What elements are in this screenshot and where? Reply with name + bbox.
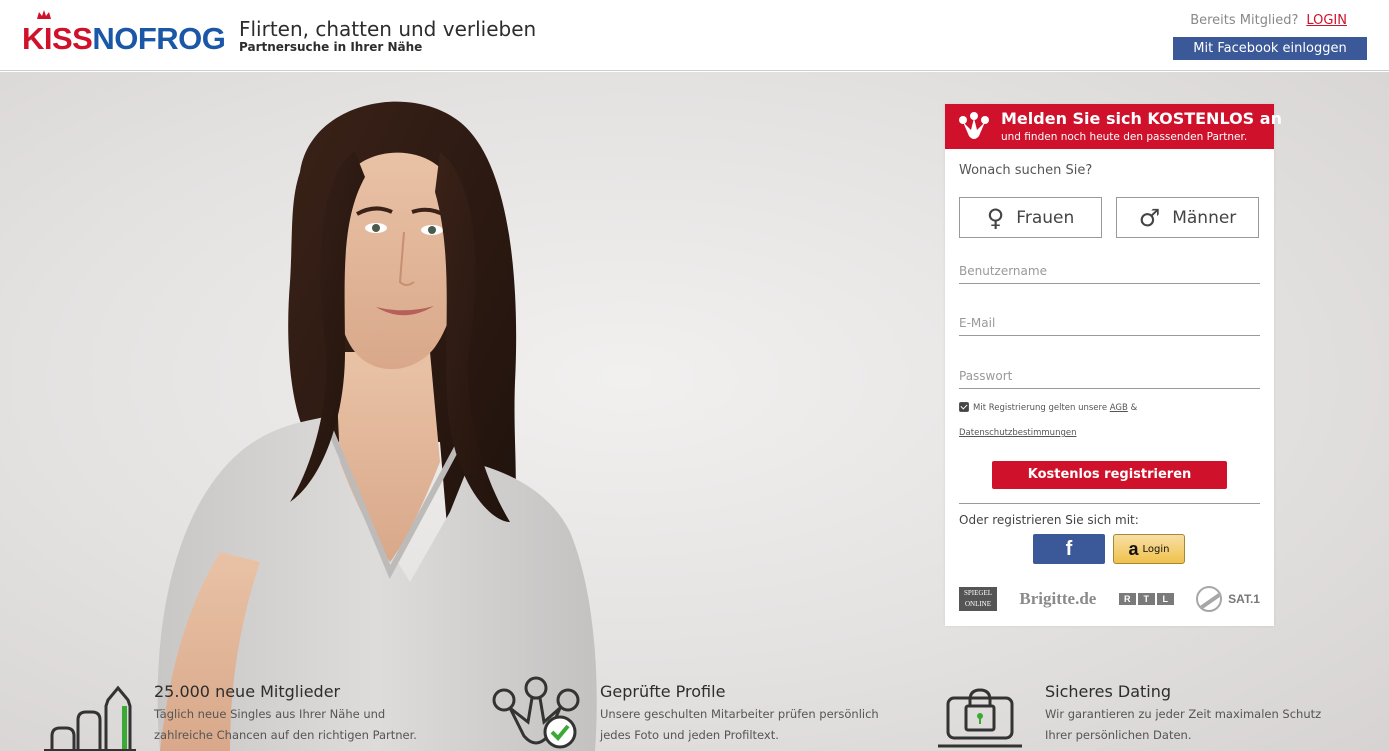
username-input[interactable]	[959, 261, 1260, 281]
crown-icon	[37, 10, 51, 19]
spiegel-line1: SPIEGEL	[964, 589, 992, 597]
gender-men-label: Männer	[1172, 207, 1237, 228]
registration-card: Melden Sie sich KOSTENLOS an und finden …	[945, 104, 1282, 626]
sat1-label: SAT.1	[1228, 592, 1260, 606]
header-slogan: Flirten, chatten und verlieben Partnersu…	[239, 18, 536, 54]
amazon-login-button[interactable]: a Login	[1113, 534, 1185, 564]
rtl-logo: R T L	[1118, 593, 1174, 605]
spiegel-online-logo: SPIEGEL ONLINE	[959, 587, 997, 611]
member-login-line: Bereits Mitglied? LOGIN	[1190, 13, 1347, 28]
sat1-logo: SAT.1	[1196, 586, 1260, 612]
gender-women-label: Frauen	[1016, 207, 1075, 228]
gender-women-button[interactable]: ♀ Frauen	[959, 197, 1102, 238]
rtl-letter: T	[1137, 593, 1155, 605]
username-field-wrapper	[959, 260, 1260, 284]
registration-header: Melden Sie sich KOSTENLOS an und finden …	[945, 104, 1282, 149]
frog-hand-icon	[959, 112, 989, 139]
password-field-wrapper	[959, 365, 1260, 389]
secure-laptop-lock-icon	[938, 688, 1022, 748]
male-symbol-icon: ♂	[1138, 203, 1161, 232]
slogan-title: Flirten, chatten und verlieben	[239, 17, 537, 41]
terms-checkbox[interactable]	[959, 402, 969, 412]
password-input[interactable]	[959, 366, 1260, 386]
or-register-with-label: Oder registrieren Sie sich mit:	[959, 513, 1139, 527]
email-field-wrapper	[959, 312, 1260, 336]
sat1-ball-icon	[1196, 586, 1223, 612]
kissnofrog-logo[interactable]: KISS NOFROG	[22, 10, 226, 56]
registration-subtitle: und finden noch heute den passenden Part…	[1001, 131, 1248, 143]
email-input[interactable]	[959, 313, 1260, 333]
female-symbol-icon: ♀	[986, 203, 1005, 232]
facebook-register-button[interactable]: f	[1033, 534, 1105, 564]
brigitte-logo: Brigitte.de	[1019, 589, 1097, 608]
feature-title-profiles: Geprüfte Profile	[600, 682, 726, 701]
feature-text-line: Wir garantieren zu jeder Zeit maximalen …	[1045, 707, 1322, 721]
agb-link[interactable]: AGB	[1110, 403, 1128, 413]
rtl-letter: R	[1118, 593, 1136, 605]
divider	[959, 503, 1260, 504]
hero-woman-photo	[157, 101, 597, 751]
member-text: Bereits Mitglied?	[1190, 13, 1299, 28]
terms-ampersand: &	[1130, 403, 1138, 413]
slogan-subtitle: Partnersuche in Ihrer Nähe	[239, 40, 423, 54]
logo-nofrog-text: NOFROG	[92, 21, 226, 56]
verified-frog-icon	[492, 676, 580, 749]
feature-text-profiles: Unsere geschulten Mitarbeiter prüfen per…	[600, 704, 879, 746]
feature-text-line: jedes Foto und jeden Profiltext.	[600, 728, 779, 742]
feature-text-line: zahlreiche Chancen auf den richtigen Par…	[154, 728, 417, 742]
spiegel-line2: ONLINE	[964, 600, 992, 608]
gender-men-button[interactable]: ♂ Männer	[1116, 197, 1259, 238]
amazon-login-label: Login	[1142, 543, 1170, 555]
register-button[interactable]: Kostenlos registrieren	[992, 461, 1227, 489]
press-logos: SPIEGEL ONLINE Brigitte.de R T L SAT.1	[959, 585, 1260, 613]
bar-chart-growth-icon	[44, 685, 136, 751]
search-question-label: Wonach suchen Sie?	[959, 163, 1093, 178]
terms-prefix-text: Mit Registrierung gelten unsere	[973, 403, 1108, 413]
feature-text-line: Täglich neue Singles aus Ihrer Nähe und	[154, 707, 386, 721]
feature-text-security: Wir garantieren zu jeder Zeit maximalen …	[1045, 704, 1321, 746]
site-header: KISS NOFROG Flirten, chatten und verliebe…	[0, 0, 1389, 71]
feature-text-line: Unsere geschulten Mitarbeiter prüfen per…	[600, 707, 879, 721]
feature-title-security: Sicheres Dating	[1045, 682, 1172, 701]
registration-title: Melden Sie sich KOSTENLOS an	[1001, 109, 1282, 128]
rtl-letter: L	[1156, 593, 1174, 605]
amazon-icon: a	[1128, 539, 1139, 559]
feature-title-members: 25.000 neue Mitglieder	[154, 682, 341, 701]
privacy-link[interactable]: Datenschutzbestimmungen	[959, 428, 1076, 438]
facebook-login-button[interactable]: Mit Facebook einloggen	[1173, 37, 1367, 60]
feature-text-members: Täglich neue Singles aus Ihrer Nähe und …	[154, 704, 417, 746]
feature-text-line: Ihrer persönlichen Daten.	[1045, 728, 1192, 742]
facebook-icon: f	[1065, 538, 1073, 560]
login-link[interactable]: LOGIN	[1306, 13, 1347, 28]
terms-line: Mit Registrierung gelten unsere AGB &	[959, 402, 1137, 413]
logo-kiss-text: KISS	[22, 21, 93, 56]
